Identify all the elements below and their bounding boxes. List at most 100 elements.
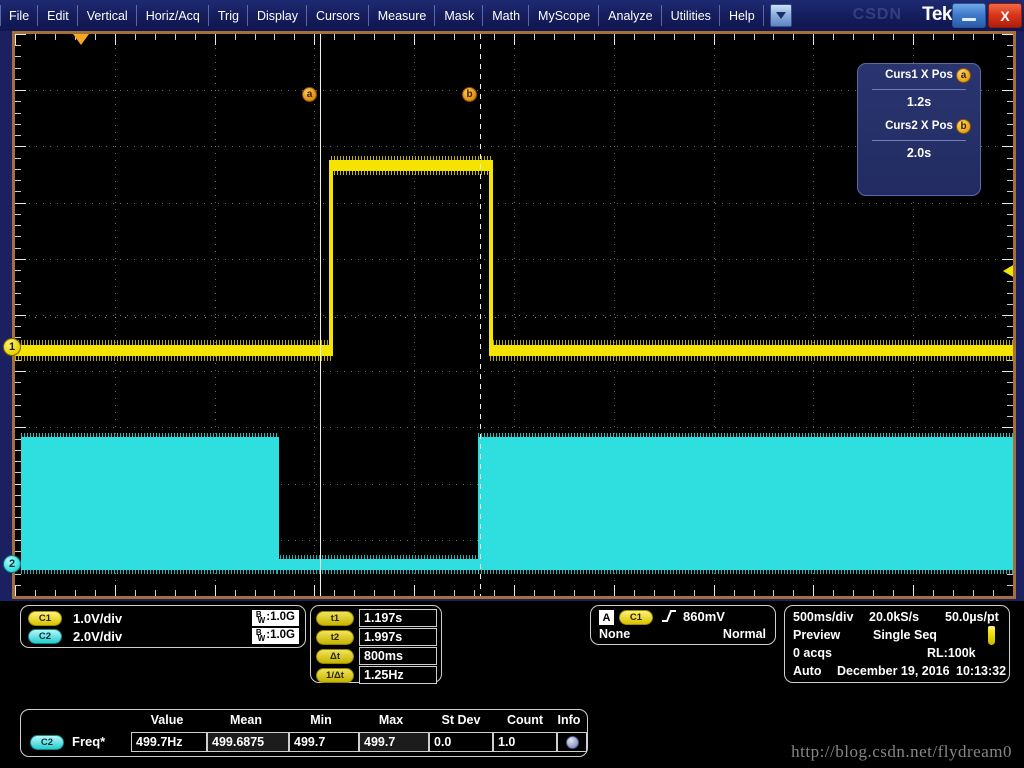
- minimize-icon[interactable]: [952, 3, 986, 28]
- menu-item-mask[interactable]: Mask: [435, 0, 484, 31]
- acquisition-panel[interactable]: 500ms/div 20.0kS/s 50.0µs/pt Preview Sin…: [784, 605, 1010, 683]
- measurement-table-panel[interactable]: Value Mean Min Max St Dev Count Info C2 …: [20, 709, 588, 757]
- measurement-channel-badge[interactable]: C2: [30, 735, 64, 750]
- channel-settings-panel[interactable]: C1 1.0V/div B W:1.0G C2 2.0V/div B W:1.0G: [20, 605, 306, 648]
- menu-item-cursors[interactable]: Cursors: [307, 0, 369, 31]
- center-horizontal-axis: [15, 317, 1013, 318]
- menu-label: Trig: [217, 8, 239, 23]
- ch1-waveform-high: [331, 160, 493, 171]
- channel-badge-c2[interactable]: C2: [28, 629, 62, 644]
- ch2-waveform-block-right: [478, 437, 1013, 570]
- menu-label: Analyze: [608, 8, 653, 23]
- curs1-value: 1.2s: [906, 95, 932, 109]
- cursor-meas-value-delta-t: 800ms: [359, 647, 437, 665]
- trigger-coupling: None: [599, 627, 631, 641]
- trigger-panel[interactable]: A C1 860mV None Normal: [590, 605, 776, 645]
- bandwidth-c1[interactable]: B W:1.0G: [251, 610, 299, 626]
- column-header-min: Min: [310, 713, 332, 727]
- table-row[interactable]: C2 Freq* 499.7Hz 499.6875 499.7 499.7 0.…: [21, 732, 587, 754]
- channel-1-reference-marker[interactable]: 1: [3, 338, 21, 356]
- cursor-meas-row-inv-dt: 1/Δt: [316, 667, 354, 684]
- cursor-a-line[interactable]: [320, 34, 321, 596]
- sample-rate: 20.0kS/s: [869, 610, 920, 624]
- rising-edge-icon: [661, 608, 677, 629]
- oscilloscope-app: File Edit Vertical Horiz/Acq Trig Displa…: [0, 0, 1024, 768]
- menu-label: Help: [728, 8, 755, 23]
- trigger-channel-badge[interactable]: C1: [619, 610, 653, 625]
- watermark-top: CSDN: [852, 6, 902, 23]
- menu-label: Cursors: [315, 8, 360, 23]
- resolution-per-point: 50.0µs/pt: [945, 610, 999, 624]
- measurement-name: Freq*: [72, 734, 106, 749]
- cursor-readout-panel[interactable]: Curs1 X Pos a 1.2s Curs2 X Pos b 2.0s: [857, 63, 981, 196]
- measurement-table-header: Value Mean Min Max St Dev Count Info: [21, 713, 587, 731]
- channel-row-c1[interactable]: C1 1.0V/div: [28, 610, 122, 627]
- column-header-mean: Mean: [230, 713, 262, 727]
- acquisition-indicator-icon: [988, 626, 995, 645]
- channel-badge-c1[interactable]: C1: [28, 611, 62, 626]
- curs2-badge-icon: b: [956, 118, 971, 134]
- cursor-meas-badge-t1[interactable]: t1: [316, 611, 354, 626]
- acquisition-state: Preview: [793, 628, 841, 642]
- trigger-level-arrow-icon[interactable]: [1003, 264, 1013, 278]
- curs2-label: Curs2 X Pos: [885, 120, 953, 132]
- curs2-label-row: Curs2 X Pos b: [858, 115, 980, 137]
- measurement-stdev: 0.0: [429, 732, 493, 752]
- bandwidth-w: W: [257, 634, 266, 643]
- trigger-mode-auto: Auto: [793, 664, 822, 678]
- cursor-b-line[interactable]: [480, 34, 481, 596]
- cursor-b-badge[interactable]: b: [462, 87, 477, 102]
- cursor-measurement-panel[interactable]: t1 1.197s t2 1.997s Δt 800ms 1/Δt 1.25Hz: [310, 605, 442, 684]
- system-date: December 19, 2016: [837, 664, 950, 678]
- acquisition-mode: Single Seq: [873, 628, 937, 642]
- menu-item-vertical[interactable]: Vertical: [78, 0, 137, 31]
- cursor-a-badge[interactable]: a: [302, 87, 317, 102]
- ch2-noise-bottom-right: [478, 568, 1013, 574]
- ch2-noise-top-left: [21, 433, 279, 438]
- channel-row-c2[interactable]: C2 2.0V/div: [28, 628, 122, 645]
- menu-item-utilities[interactable]: Utilities: [662, 0, 721, 31]
- bandwidth-value-c1: :1.0G: [266, 611, 295, 624]
- menu-item-myscope[interactable]: MyScope: [529, 0, 600, 31]
- menu-item-trig[interactable]: Trig: [209, 0, 249, 31]
- menu-item-edit[interactable]: Edit: [38, 0, 78, 31]
- trigger-position-marker-icon[interactable]: [73, 34, 89, 45]
- menu-item-math[interactable]: Math: [483, 0, 529, 31]
- menu-label: MyScope: [538, 8, 591, 23]
- trigger-level-value: 860mV: [683, 609, 725, 624]
- column-header-info: Info: [557, 713, 581, 727]
- close-icon[interactable]: X: [988, 3, 1022, 28]
- minimize-dash: [962, 18, 976, 21]
- ch2-noise-top-right: [478, 433, 1013, 438]
- menu-item-display[interactable]: Display: [248, 0, 307, 31]
- tek-logo: Tek: [922, 4, 952, 25]
- cursor-meas-badge-t2[interactable]: t2: [316, 630, 354, 645]
- info-dot-shape: [565, 735, 579, 749]
- caret-shape: [775, 12, 786, 19]
- cursor-meas-badge-delta-t[interactable]: Δt: [316, 649, 354, 664]
- cursor-meas-value-t1: 1.197s: [359, 609, 437, 627]
- measurement-count: 1.0: [493, 732, 557, 752]
- menu-item-file[interactable]: File: [0, 0, 39, 31]
- record-length: RL:100k: [927, 646, 976, 660]
- menu-label: Horiz/Acq: [145, 8, 200, 23]
- menu-item-measure[interactable]: Measure: [369, 0, 436, 31]
- curs1-badge-icon: a: [956, 67, 971, 83]
- cursor-meas-badge-inv-delta-t[interactable]: 1/Δt: [316, 668, 354, 683]
- time-per-division: 500ms/div: [793, 610, 854, 624]
- bandwidth-c2[interactable]: B W:1.0G: [251, 628, 299, 644]
- menu-label: Measure: [377, 8, 427, 23]
- menu-item-analyze[interactable]: Analyze: [599, 0, 663, 31]
- chevron-down-icon[interactable]: [769, 4, 792, 27]
- info-icon[interactable]: [557, 732, 587, 752]
- acquisition-count: 0 acqs: [793, 646, 832, 660]
- channel-scale-c1: 1.0V/div: [73, 611, 123, 626]
- menu-item-help[interactable]: Help: [720, 0, 764, 31]
- ch2-noise-bottom-left: [21, 568, 279, 574]
- divider: [872, 140, 966, 141]
- channel-2-reference-marker[interactable]: 2: [3, 555, 21, 573]
- ch1-falling-edge: [489, 160, 493, 356]
- menu-item-horiz-acq[interactable]: Horiz/Acq: [137, 0, 210, 31]
- ch1-waveform-low-left: [15, 345, 333, 356]
- ch2-noise-middle: [277, 555, 480, 574]
